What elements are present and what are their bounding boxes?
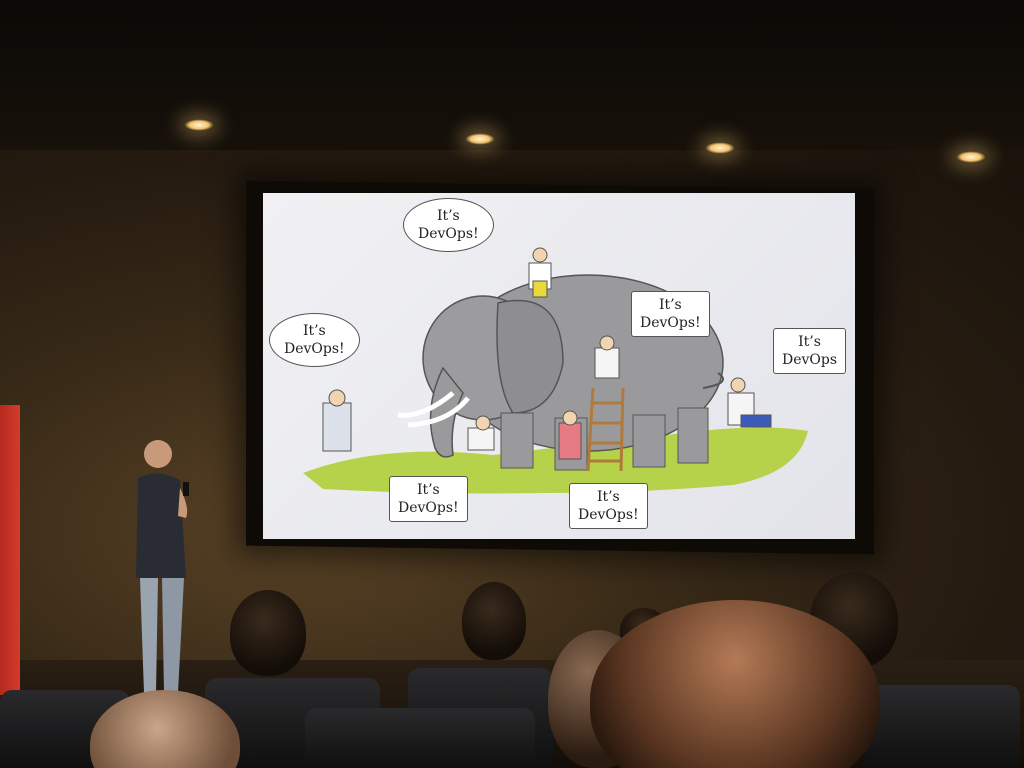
theater-seat	[305, 708, 535, 768]
blind-man-figure	[322, 389, 352, 452]
bubble-line-1: It’s	[658, 297, 682, 313]
ceiling-spotlight	[184, 119, 214, 131]
red-banner	[0, 405, 20, 695]
elephant-leg	[677, 407, 709, 464]
bubble-line-1: It’s	[596, 489, 620, 505]
speech-bubble-top: It’s DevOps!	[403, 198, 494, 252]
bubble-line-1: It’s	[416, 482, 440, 498]
elephant-leg	[500, 412, 534, 469]
blind-man-figure	[727, 377, 772, 428]
bubble-line-1: It’s	[302, 323, 326, 339]
bubble-line-2: DevOps!	[418, 226, 479, 242]
speech-bubble-bottom-left: It’s DevOps!	[389, 476, 468, 522]
bubble-line-2: DevOps!	[284, 341, 345, 357]
slide-illustration	[303, 247, 808, 494]
elephant-leg	[632, 414, 666, 468]
speech-bubble-bottom-mid: It’s DevOps!	[569, 483, 648, 529]
ceiling-spotlight	[465, 133, 495, 145]
speaker-person	[136, 440, 189, 693]
audience-head	[230, 590, 306, 676]
speech-bubble-left: It’s DevOps!	[269, 313, 360, 367]
ceiling-spotlight	[705, 142, 735, 154]
bubble-line-2: DevOps!	[398, 500, 459, 516]
bubble-line-2: DevOps!	[640, 315, 701, 331]
speech-bubble-mid-right: It’s DevOps!	[631, 291, 710, 337]
ceiling-spotlight	[956, 151, 986, 163]
speech-bubble-far-right: It’s DevOps	[773, 328, 847, 374]
bubble-line-2: DevOps!	[578, 507, 639, 523]
audience-head	[462, 582, 526, 660]
projected-slide: It’s DevOps! It’s DevOps! It’s DevOps! I…	[263, 193, 855, 539]
theater-seat	[865, 685, 1020, 768]
photo-scene: It’s DevOps! It’s DevOps! It’s DevOps! I…	[0, 0, 1024, 768]
bubble-line-2: DevOps	[782, 352, 838, 368]
blind-man-figure	[467, 415, 495, 451]
bubble-line-1: It’s	[436, 208, 460, 224]
bubble-line-1: It’s	[798, 334, 821, 350]
